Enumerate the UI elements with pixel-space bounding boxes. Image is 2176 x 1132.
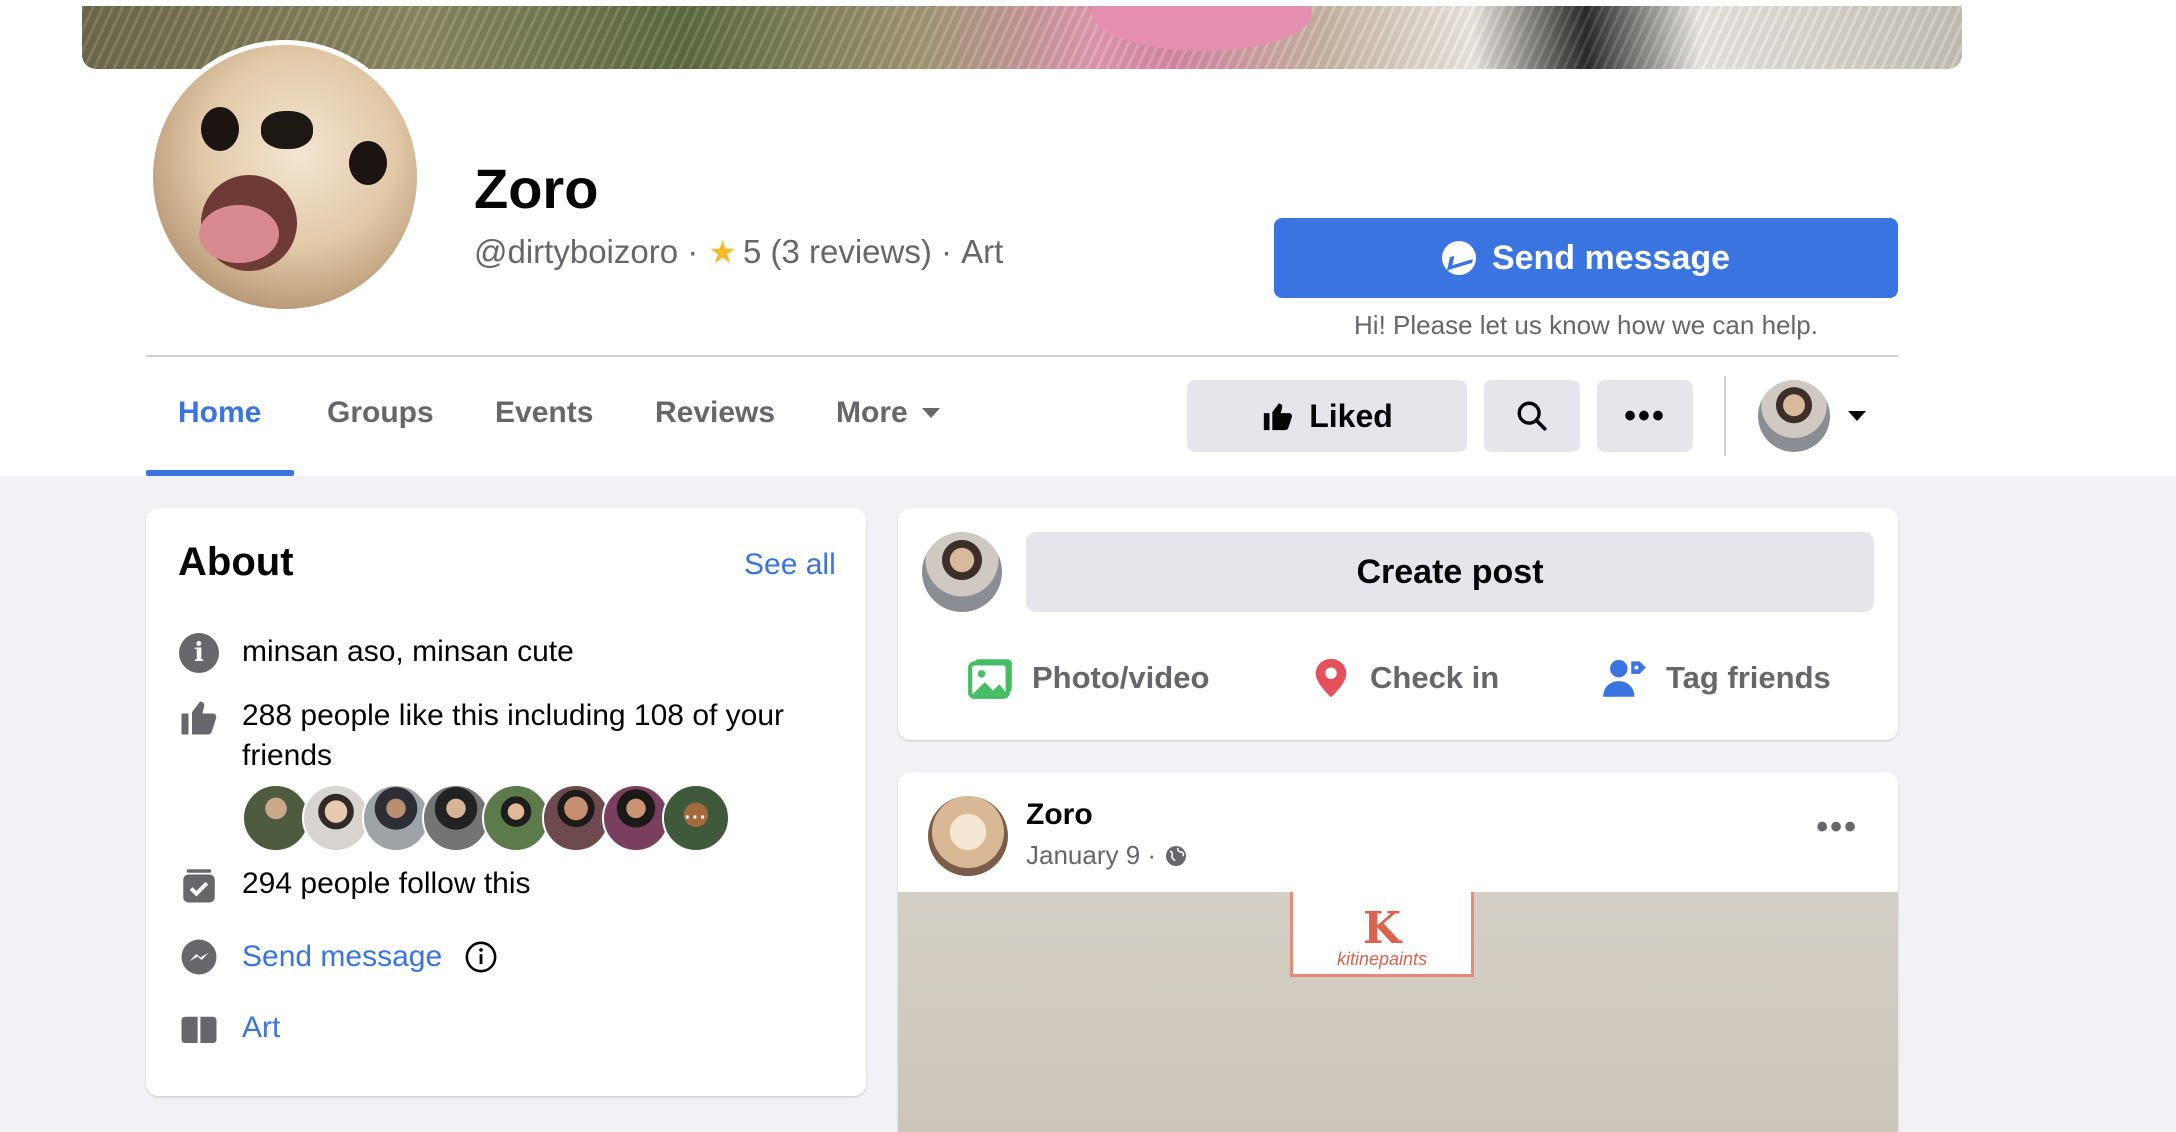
- liked-label: Liked: [1309, 397, 1393, 434]
- page-category[interactable]: Art: [961, 230, 1003, 274]
- user-avatar: [1758, 380, 1830, 452]
- tab-more[interactable]: More: [836, 396, 940, 430]
- active-tab-indicator: [146, 470, 294, 476]
- see-all-link[interactable]: See all: [744, 548, 836, 582]
- thumbs-up-icon: [1264, 403, 1293, 431]
- post-author-avatar[interactable]: [928, 796, 1008, 876]
- globe-icon: [1166, 845, 1187, 866]
- toolbar-separator: [1724, 376, 1726, 456]
- friend-avatar[interactable]: [602, 784, 670, 852]
- tab-reviews[interactable]: Reviews: [655, 396, 775, 430]
- thumbs-up-icon: [181, 701, 217, 735]
- search-button[interactable]: [1484, 380, 1580, 452]
- send-message-label: Send message: [1491, 238, 1731, 277]
- post-author[interactable]: Zoro: [1026, 798, 1093, 832]
- profile-picture[interactable]: [148, 40, 422, 314]
- about-category-link[interactable]: Art: [242, 1008, 280, 1048]
- post-more-button[interactable]: •••: [1816, 808, 1858, 847]
- check-in-label: Check in: [1370, 660, 1500, 695]
- send-message-hint: Hi! Please let us know how we can help.: [1354, 310, 1818, 340]
- friend-avatar[interactable]: [542, 784, 610, 852]
- about-category-row: Art: [178, 1008, 280, 1050]
- about-card: About See all i minsan aso, minsan cute …: [146, 508, 866, 1096]
- star-icon: ★: [708, 234, 737, 270]
- logo-brand-text: kitinepaints: [1336, 949, 1428, 969]
- post-card: Zoro January 9 · ••• K kitinepaints: [898, 772, 1898, 1132]
- search-icon: [1517, 401, 1547, 431]
- info-outline-icon[interactable]: [464, 940, 498, 974]
- kitinepaints-logo: K kitinepaints: [1290, 892, 1474, 977]
- post-image[interactable]: K kitinepaints: [898, 892, 1898, 1132]
- about-follows: 294 people follow this: [242, 867, 531, 900]
- photo-video-button[interactable]: Photo/video: [966, 648, 1209, 708]
- photo-icon: [968, 659, 1012, 699]
- check-in-button[interactable]: Check in: [1308, 648, 1499, 708]
- tab-more-label: More: [836, 396, 908, 429]
- tag-friends-icon: [1603, 659, 1646, 697]
- more-dots-icon: ···: [684, 806, 708, 829]
- about-message-row: Send message: [178, 936, 498, 978]
- caret-down-icon: [921, 408, 940, 418]
- user-avatar[interactable]: [922, 532, 1002, 612]
- page-title: Zoro: [474, 157, 599, 220]
- follow-checkbox-icon: [183, 869, 215, 903]
- about-send-message-link[interactable]: Send message: [242, 937, 442, 977]
- page-username: @dirtyboizoro: [474, 233, 679, 270]
- photo-video-label: Photo/video: [1032, 660, 1210, 695]
- location-pin-icon: [1315, 658, 1347, 698]
- account-switcher[interactable]: [1758, 380, 1870, 452]
- friend-avatar[interactable]: [482, 784, 550, 852]
- tab-events[interactable]: Events: [495, 396, 593, 430]
- tag-friends-label: Tag friends: [1666, 660, 1831, 695]
- liked-button[interactable]: Liked: [1187, 380, 1467, 452]
- folder-icon: [181, 1016, 217, 1043]
- friend-avatar[interactable]: [422, 784, 490, 852]
- cover-photo[interactable]: [82, 6, 1962, 69]
- create-post-button[interactable]: Create post: [1026, 532, 1874, 612]
- about-likes-row: 288 people like this including 108 of yo…: [178, 696, 818, 776]
- friends-avatars[interactable]: ···: [242, 784, 730, 852]
- logo-letter: K: [1362, 903, 1402, 954]
- composer-card: Create post Photo/video Check in Tag fri…: [898, 508, 1898, 740]
- post-meta: January 9 ·: [1026, 840, 1188, 871]
- send-message-button[interactable]: Send message: [1274, 218, 1898, 298]
- about-follows-row: 294 people follow this: [178, 864, 531, 906]
- about-title: About: [178, 540, 294, 584]
- friend-avatar[interactable]: [302, 784, 370, 852]
- about-description: minsan aso, minsan cute: [242, 635, 574, 668]
- info-icon: i: [179, 633, 219, 673]
- more-friends-avatar[interactable]: ···: [662, 784, 730, 852]
- about-likes[interactable]: 288 people like this including 108 of yo…: [242, 696, 818, 776]
- post-date[interactable]: January 9 ·: [1026, 840, 1156, 871]
- tab-groups[interactable]: Groups: [327, 396, 434, 430]
- tag-friends-button[interactable]: Tag friends: [1600, 648, 1831, 708]
- friend-avatar[interactable]: [362, 784, 430, 852]
- messenger-icon: [1441, 241, 1476, 275]
- page-subtitle: @dirtyboizoro · ★ 5 (3 reviews) · Art: [474, 230, 1003, 274]
- tab-home[interactable]: Home: [178, 396, 261, 430]
- caret-down-icon: [1848, 411, 1866, 421]
- reviews-count[interactable]: (3 reviews): [770, 230, 931, 274]
- header-divider: [146, 355, 1898, 357]
- rating-value[interactable]: 5: [743, 230, 761, 274]
- about-description-row: i minsan aso, minsan cute: [178, 632, 574, 674]
- messenger-icon: [181, 939, 217, 975]
- friend-avatar[interactable]: [242, 784, 310, 852]
- more-options-button[interactable]: •••: [1597, 380, 1693, 452]
